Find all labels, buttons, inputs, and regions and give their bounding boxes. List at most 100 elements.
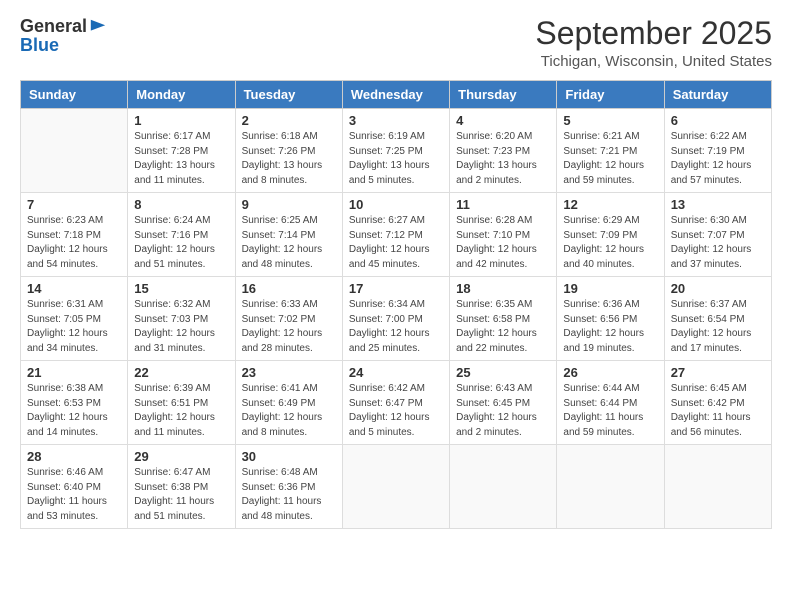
table-row: 4 Sunrise: 6:20 AM Sunset: 7:23 PM Daylight… <box>450 109 557 193</box>
sunrise-text: Sunrise: 6:28 AM <box>456 215 532 226</box>
daylight-text: Daylight: 11 hours and 53 minutes. <box>27 496 107 522</box>
day-number: 9 <box>242 197 336 212</box>
sunrise-text: Sunrise: 6:29 AM <box>563 215 639 226</box>
sunset-text: Sunset: 6:51 PM <box>134 398 208 409</box>
sunrise-text: Sunrise: 6:44 AM <box>563 383 639 394</box>
daylight-text: Daylight: 11 hours and 48 minutes. <box>242 496 322 522</box>
day-number: 13 <box>671 197 765 212</box>
sunrise-text: Sunrise: 6:35 AM <box>456 299 532 310</box>
day-info: Sunrise: 6:21 AMSunset: 7:21 PMDaylight:… <box>563 130 657 188</box>
day-info: Sunrise: 6:43 AMSunset: 6:45 PMDaylight:… <box>456 382 550 440</box>
daylight-text: Daylight: 11 hours and 51 minutes. <box>134 496 214 522</box>
day-info: Sunrise: 6:22 AM Sunset: 7:19 PM Daylight:… <box>671 130 765 188</box>
day-info: Sunrise: 6:34 AMSunset: 7:00 PMDaylight:… <box>349 298 443 356</box>
table-row <box>557 445 664 529</box>
sunset-text: Sunset: 7:05 PM <box>27 314 101 325</box>
table-row: 18Sunrise: 6:35 AMSunset: 6:58 PMDayligh… <box>450 277 557 361</box>
day-number: 17 <box>349 281 443 296</box>
day-number: 30 <box>242 449 336 464</box>
daylight-text: Daylight: 12 hours and 42 minutes. <box>456 244 537 270</box>
sunset-text: Sunset: 7:00 PM <box>349 314 423 325</box>
daylight-text: Daylight: 11 hours and 59 minutes. <box>563 412 643 438</box>
table-row: 29 Sunrise: 6:47 AMSunset: 6:38 PMDayligh… <box>128 445 235 529</box>
day-number: 20 <box>671 281 765 296</box>
sunset-text: Sunset: 7:12 PM <box>349 230 423 241</box>
sunrise-text: Sunrise: 6:25 AM <box>242 215 318 226</box>
sunrise-text: Sunrise: 6:20 AM <box>456 131 532 142</box>
daylight-text: Daylight: 11 hours and 56 minutes. <box>671 412 751 438</box>
day-number: 4 <box>456 113 550 128</box>
day-number: 15 <box>134 281 228 296</box>
sunset-text: Sunset: 7:23 PM <box>456 146 530 157</box>
daylight-text: Daylight: 12 hours and 19 minutes. <box>563 328 644 354</box>
daylight-text: Daylight: 12 hours and 57 minutes. <box>671 160 752 186</box>
sunset-text: Sunset: 6:44 PM <box>563 398 637 409</box>
header: General Blue September 2025 Tichigan, Wi… <box>20 16 772 70</box>
sunset-text: Sunset: 7:19 PM <box>671 146 745 157</box>
table-row: 11Sunrise: 6:28 AMSunset: 7:10 PMDayligh… <box>450 193 557 277</box>
sunrise-text: Sunrise: 6:46 AM <box>27 467 103 478</box>
day-info: Sunrise: 6:23 AMSunset: 7:18 PMDaylight:… <box>27 214 121 272</box>
day-number: 28 <box>27 449 121 464</box>
sunrise-text: Sunrise: 6:22 AM <box>671 131 747 142</box>
day-info: Sunrise: 6:29 AMSunset: 7:09 PMDaylight:… <box>563 214 657 272</box>
col-monday: Monday <box>128 81 235 109</box>
sunset-text: Sunset: 7:07 PM <box>671 230 745 241</box>
day-info: Sunrise: 6:37 AMSunset: 6:54 PMDaylight:… <box>671 298 765 356</box>
day-info: Sunrise: 6:18 AMSunset: 7:26 PMDaylight:… <box>242 130 336 188</box>
day-info: Sunrise: 6:39 AMSunset: 6:51 PMDaylight:… <box>134 382 228 440</box>
day-number: 29 <box>134 449 228 464</box>
sunset-text: Sunset: 7:21 PM <box>563 146 637 157</box>
sunrise-text: Sunrise: 6:18 AM <box>242 131 318 142</box>
day-number: 10 <box>349 197 443 212</box>
day-info: Sunrise: 6:44 AM Sunset: 6:44 PM Daylight:… <box>563 382 657 440</box>
table-row <box>450 445 557 529</box>
day-info: Sunrise: 6:30 AMSunset: 7:07 PMDaylight:… <box>671 214 765 272</box>
sunset-text: Sunset: 7:25 PM <box>349 146 423 157</box>
day-number: 21 <box>27 365 121 380</box>
sunset-text: Sunset: 7:28 PM <box>134 146 208 157</box>
day-info: Sunrise: 6:32 AMSunset: 7:03 PMDaylight:… <box>134 298 228 356</box>
sunset-text: Sunset: 7:26 PM <box>242 146 316 157</box>
sunrise-text: Sunrise: 6:41 AM <box>242 383 318 394</box>
sunrise-text: Sunrise: 6:21 AM <box>563 131 639 142</box>
table-row: 2Sunrise: 6:18 AMSunset: 7:26 PMDaylight… <box>235 109 342 193</box>
day-info: Sunrise: 6:47 AMSunset: 6:38 PMDaylight:… <box>134 466 228 524</box>
table-row <box>664 445 771 529</box>
table-row: 16Sunrise: 6:33 AMSunset: 7:02 PMDayligh… <box>235 277 342 361</box>
daylight-text: Daylight: 12 hours and 40 minutes. <box>563 244 644 270</box>
table-row: 9Sunrise: 6:25 AMSunset: 7:14 PMDaylight… <box>235 193 342 277</box>
calendar-week-row: 7Sunrise: 6:23 AMSunset: 7:18 PMDaylight… <box>21 193 772 277</box>
daylight-text: Daylight: 12 hours and 34 minutes. <box>27 328 108 354</box>
day-number: 3 <box>349 113 443 128</box>
daylight-text: Daylight: 13 hours and 11 minutes. <box>134 160 215 186</box>
sunset-text: Sunset: 6:58 PM <box>456 314 530 325</box>
sunrise-text: Sunrise: 6:23 AM <box>27 215 103 226</box>
sunrise-text: Sunrise: 6:27 AM <box>349 215 425 226</box>
sunrise-text: Sunrise: 6:43 AM <box>456 383 532 394</box>
table-row: 19Sunrise: 6:36 AMSunset: 6:56 PMDayligh… <box>557 277 664 361</box>
daylight-text: Daylight: 13 hours and 2 minutes. <box>456 160 537 186</box>
table-row: 21Sunrise: 6:38 AMSunset: 6:53 PMDayligh… <box>21 361 128 445</box>
sunset-text: Sunset: 6:38 PM <box>134 482 208 493</box>
day-info: Sunrise: 6:17 AMSunset: 7:28 PMDaylight:… <box>134 130 228 188</box>
logo-flag-icon <box>89 18 107 36</box>
daylight-text: Daylight: 12 hours and 31 minutes. <box>134 328 215 354</box>
col-sunday: Sunday <box>21 81 128 109</box>
table-row: 23Sunrise: 6:41 AMSunset: 6:49 PMDayligh… <box>235 361 342 445</box>
col-thursday: Thursday <box>450 81 557 109</box>
calendar-week-row: 14Sunrise: 6:31 AMSunset: 7:05 PMDayligh… <box>21 277 772 361</box>
sunrise-text: Sunrise: 6:36 AM <box>563 299 639 310</box>
calendar-header-row: Sunday Monday Tuesday Wednesday Thursday… <box>21 81 772 109</box>
day-info: Sunrise: 6:27 AMSunset: 7:12 PMDaylight:… <box>349 214 443 272</box>
table-row <box>21 109 128 193</box>
logo-general-text: General <box>20 16 87 37</box>
logo: General Blue <box>20 16 107 56</box>
day-number: 5 <box>563 113 657 128</box>
sunset-text: Sunset: 6:56 PM <box>563 314 637 325</box>
day-number: 2 <box>242 113 336 128</box>
day-info: Sunrise: 6:24 AMSunset: 7:16 PMDaylight:… <box>134 214 228 272</box>
day-info: Sunrise: 6:31 AMSunset: 7:05 PMDaylight:… <box>27 298 121 356</box>
daylight-text: Daylight: 12 hours and 48 minutes. <box>242 244 323 270</box>
calendar-table: Sunday Monday Tuesday Wednesday Thursday… <box>20 80 772 529</box>
